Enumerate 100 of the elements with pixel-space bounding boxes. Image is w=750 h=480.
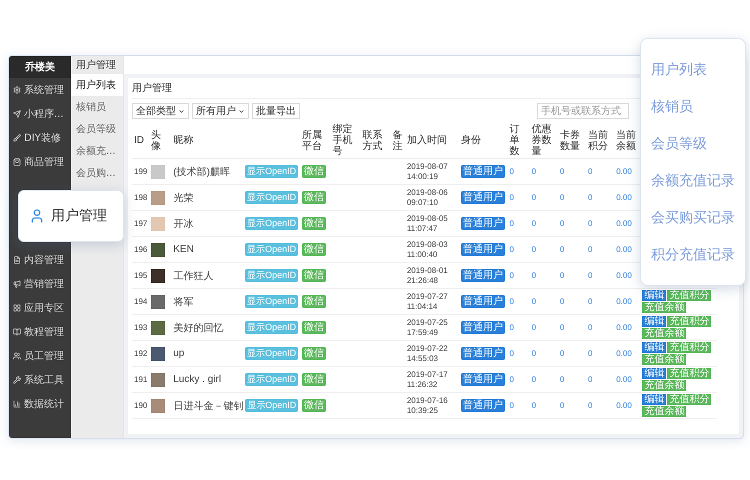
sidebar-item[interactable]: 员工管理	[9, 344, 71, 368]
action-button[interactable]: 充值积分	[667, 316, 712, 326]
action-button[interactable]: 编辑	[642, 290, 666, 300]
table-cell: 0	[558, 288, 586, 314]
photo-placeholder	[151, 346, 166, 360]
table-cell: 0.00	[614, 392, 640, 418]
table-cell: 194	[132, 288, 150, 314]
openid-button[interactable]: 显示OpenID	[245, 191, 298, 204]
openid-button[interactable]: 显示OpenID	[245, 321, 298, 334]
openid-button[interactable]: 显示OpenID	[245, 269, 298, 282]
openid-button[interactable]: 显示OpenID	[245, 347, 298, 360]
menu-item[interactable]: 积分充值记录	[651, 246, 745, 264]
action-button[interactable]: 编辑	[642, 316, 666, 326]
openid-button[interactable]: 显示OpenID	[245, 217, 298, 230]
filter-dropdown[interactable]: 全部类型	[132, 103, 189, 119]
column-header: 优惠券数量	[530, 123, 558, 158]
table-cell: 0	[508, 392, 530, 418]
action-button[interactable]: 充值积分	[667, 290, 712, 300]
photo-placeholder	[151, 268, 166, 282]
logo-text: 乔楼美	[9, 56, 71, 78]
table-cell: 0	[508, 262, 530, 288]
table-cell: 0	[558, 158, 586, 184]
menu-item[interactable]: 会买购买记录	[651, 208, 745, 226]
search-field[interactable]: 手机号或联系方式	[537, 103, 629, 119]
action-button[interactable]: 充值余额	[642, 354, 686, 364]
menu-icon	[13, 376, 21, 384]
table-cell: 193	[132, 314, 150, 340]
table-cell: 0	[530, 236, 558, 262]
openid-button[interactable]: 显示OpenID	[245, 243, 298, 256]
table-cell: 192	[132, 340, 150, 366]
user-icon	[29, 208, 45, 224]
table-cell: 0	[530, 314, 558, 340]
table-cell: 0	[586, 288, 614, 314]
menu-icon	[13, 256, 21, 264]
menu-item[interactable]: 余额充值记录	[651, 172, 745, 190]
platform-tag: 微信	[302, 399, 326, 412]
openid-button[interactable]: 显示OpenID	[245, 373, 298, 386]
table-cell: 0	[530, 392, 558, 418]
action-button[interactable]: 充值余额	[642, 328, 686, 338]
table-cell: 2019-08-03 11:00:40	[404, 236, 460, 262]
nickname-text: 美好的回忆	[173, 322, 224, 334]
table-cell: 198	[132, 184, 150, 210]
sidebar-item[interactable]: 商品管理	[9, 150, 71, 174]
table-cell: 0	[508, 288, 530, 314]
action-button[interactable]: 编辑	[642, 342, 666, 352]
identity-tag: 普通用户	[461, 269, 506, 282]
menu-item[interactable]: 核销员	[651, 98, 745, 116]
menu-item[interactable]: 会员等级	[651, 134, 745, 152]
sidebar-item[interactable]: 营销管理	[9, 272, 71, 296]
nickname-text: 日进斗金－键钊	[173, 400, 244, 412]
menu-icon	[13, 86, 21, 94]
column-header: 所属平台	[300, 123, 330, 158]
menu-item[interactable]: 用户列表	[651, 60, 745, 78]
table-cell: 0	[558, 340, 586, 366]
column-header: 订单数	[508, 123, 530, 158]
column-header: 加入时间	[404, 123, 460, 158]
action-button[interactable]: 充值积分	[667, 394, 712, 404]
identity-tag: 普通用户	[461, 243, 506, 256]
nickname-text: up	[173, 348, 184, 359]
column-header: 昵称	[171, 123, 300, 158]
sidebar-item[interactable]: 应用专区	[9, 296, 71, 320]
sidebar-item[interactable]: 小程序...	[9, 102, 71, 126]
column-header: 备注	[390, 123, 405, 158]
filter-dropdown[interactable]: 所有用户	[192, 103, 249, 119]
action-button[interactable]: 充值余额	[642, 406, 686, 416]
action-button[interactable]: 充值余额	[642, 380, 686, 390]
openid-button[interactable]: 显示OpenID	[245, 295, 298, 308]
table-cell: 0	[508, 236, 530, 262]
table-cell: 0	[558, 392, 586, 418]
table-cell: 2019-07-22 14:55:03	[404, 340, 460, 366]
table-cell: 0	[530, 184, 558, 210]
export-button[interactable]: 批量导出	[252, 103, 300, 119]
submenu-item[interactable]: 用户列表	[71, 74, 123, 96]
column-header: 头像	[149, 123, 172, 158]
sidebar-item[interactable]: 教程管理	[9, 320, 71, 344]
action-button[interactable]: 充值积分	[667, 368, 712, 378]
openid-button[interactable]: 显示OpenID	[245, 399, 298, 412]
nickname-text: KEN	[173, 244, 194, 255]
action-button[interactable]: 编辑	[642, 394, 666, 404]
sidebar-item[interactable]: 数据统计	[9, 392, 71, 416]
action-button[interactable]: 充值积分	[667, 342, 712, 352]
platform-tag: 微信	[302, 373, 326, 386]
identity-tag: 普通用户	[461, 217, 506, 230]
table-cell: 0	[586, 366, 614, 392]
column-header: 绑定手机号	[330, 123, 361, 158]
table-cell: 0.00	[614, 314, 640, 340]
action-button[interactable]: 编辑	[642, 368, 666, 378]
sidebar-item[interactable]: 系统工具	[9, 368, 71, 392]
caret-icon	[238, 108, 245, 114]
identity-tag: 普通用户	[461, 373, 506, 386]
sidebar-item[interactable]: 内容管理	[9, 248, 71, 272]
sidebar-item[interactable]: 系统管理	[9, 78, 71, 102]
action-button[interactable]: 充值余额	[642, 302, 686, 312]
openid-button[interactable]: 显示OpenID	[245, 165, 298, 178]
table-cell: 0	[508, 210, 530, 236]
table-cell: 2019-07-17 11:26:32	[404, 366, 460, 392]
identity-tag: 普通用户	[461, 295, 506, 308]
sidebar-item[interactable]: DIY装修	[9, 126, 71, 150]
table-cell: 0	[586, 184, 614, 210]
table-cell: 0.00	[614, 288, 640, 314]
